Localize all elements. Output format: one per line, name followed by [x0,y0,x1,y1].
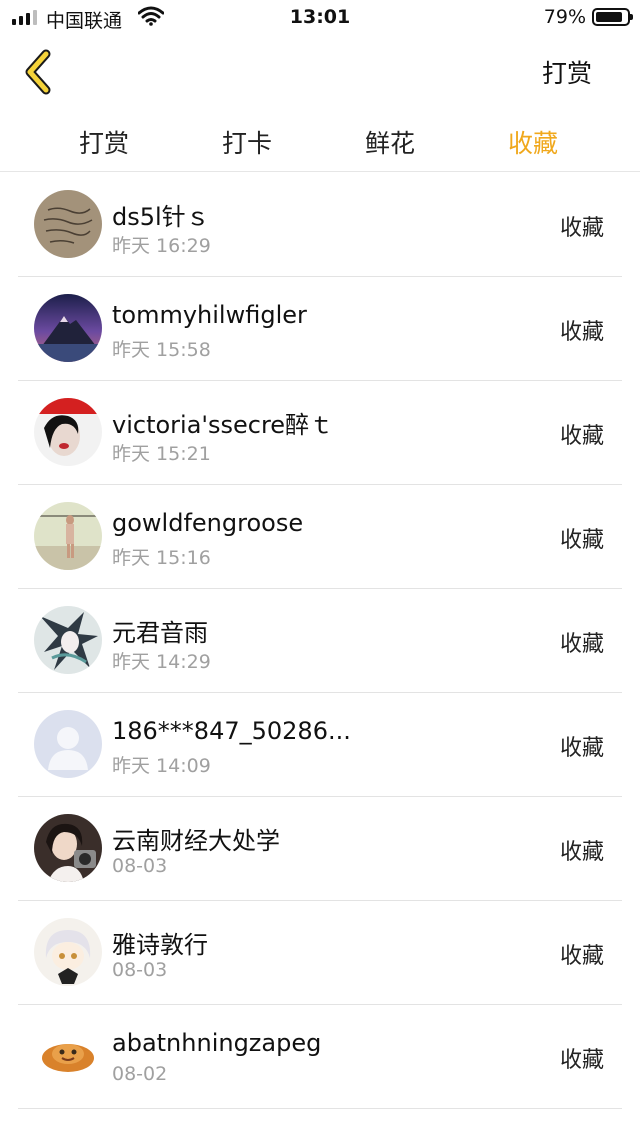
avatar [34,294,102,362]
user-name: 云南财经大处学 [112,827,280,855]
avatar [34,814,102,882]
avatar [34,398,102,466]
user-time: 08-03 [112,855,168,877]
status-bar: 中国联通 13:01 79% [0,0,640,36]
tab-flowers[interactable]: 鲜花 [330,124,450,160]
user-time: 昨天 16:29 [112,235,211,257]
list-item[interactable]: gowldfengroose 昨天 15:16 收藏 [0,485,640,589]
nav-bar: 打赏 [0,36,640,110]
user-list: ds5l针ｓ 昨天 16:29 收藏 tommyhilwfigler 昨天 15… [0,173,640,1109]
favorite-label: 收藏 [559,320,604,345]
user-time: 昨天 15:16 [112,547,211,569]
chevron-left-icon [25,49,51,95]
avatar [34,502,102,570]
tab-bar: 打赏 打卡 鲜花 收藏 [0,110,640,172]
user-time: 昨天 14:29 [112,651,211,673]
user-time: 昨天 15:58 [112,339,211,361]
user-name: gowldfengroose [112,509,304,537]
tab-checkin[interactable]: 打卡 [187,124,307,160]
list-item[interactable]: ds5l针ｓ 昨天 16:29 收藏 [0,173,640,277]
user-time: 08-02 [112,1063,168,1085]
list-item[interactable]: 元君音雨 昨天 14:29 收藏 [0,589,640,693]
user-time: 昨天 15:21 [112,443,211,465]
battery-icon [592,8,633,26]
user-name: 元君音雨 [112,619,208,647]
favorite-label: 收藏 [559,840,604,865]
favorite-label: 收藏 [559,736,604,761]
avatar [34,710,102,778]
tab-favorites[interactable]: 收藏 [473,124,593,160]
user-name: victoria'ssecre醉ｔ [112,411,334,439]
user-name: tommyhilwfigler [112,301,307,329]
list-item[interactable]: 186***847_50286... 昨天 14:09 收藏 [0,693,640,797]
list-item[interactable]: victoria'ssecre醉ｔ 昨天 15:21 收藏 [0,381,640,485]
tab-reward[interactable]: 打赏 [44,124,164,160]
list-item[interactable]: 云南财经大处学 08-03 收藏 [0,797,640,901]
back-button[interactable] [18,48,68,98]
user-name: abatnhningzapeg [112,1029,322,1057]
list-item[interactable]: abatnhningzapeg 08-02 收藏 [0,1005,640,1109]
favorite-label: 收藏 [559,528,604,553]
reward-nav-button[interactable]: 打赏 [542,54,592,90]
user-name: 186***847_50286... [112,717,351,745]
avatar [34,190,102,258]
battery-percent: 79% [543,6,586,28]
favorite-label: 收藏 [559,1048,604,1073]
avatar [34,1022,102,1090]
user-name: 雅诗敦行 [112,931,208,959]
avatar [34,918,102,986]
user-name: ds5l针ｓ [112,203,210,231]
user-time: 昨天 14:09 [112,755,211,777]
favorite-label: 收藏 [559,216,604,241]
favorite-label: 收藏 [559,632,604,657]
user-time: 08-03 [112,959,168,981]
list-item[interactable]: tommyhilwfigler 昨天 15:58 收藏 [0,277,640,381]
avatar [34,606,102,674]
favorite-label: 收藏 [559,944,604,969]
list-item[interactable]: 雅诗敦行 08-03 收藏 [0,901,640,1005]
favorite-label: 收藏 [559,424,604,449]
